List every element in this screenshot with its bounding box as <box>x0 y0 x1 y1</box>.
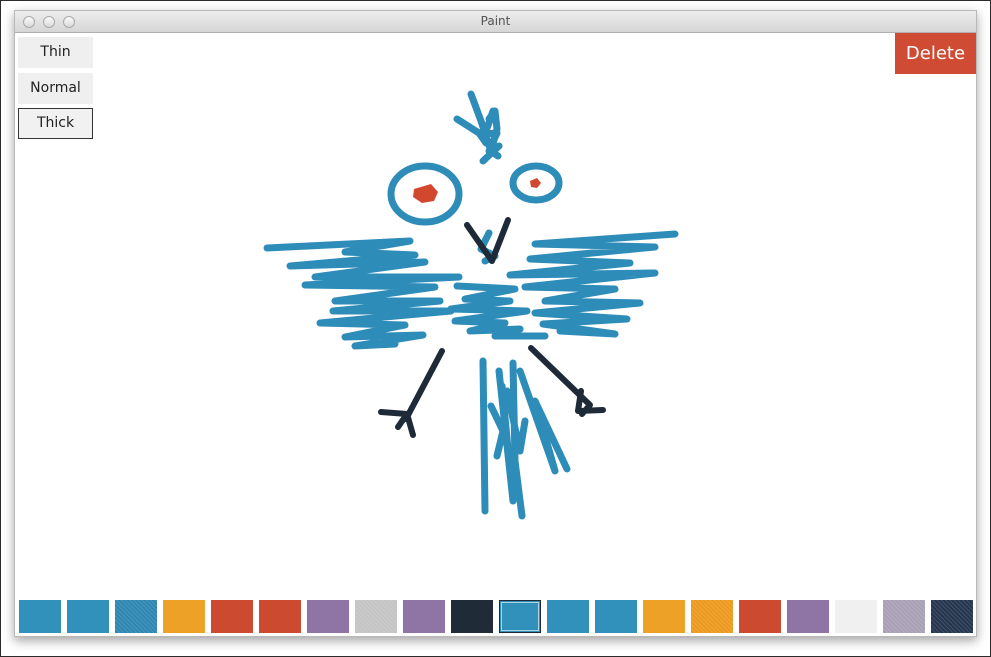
color-swatch[interactable] <box>643 600 685 633</box>
thick-brush-button[interactable]: Thick <box>18 108 93 139</box>
color-swatch[interactable] <box>163 600 205 633</box>
left-wing-stroke <box>263 237 463 350</box>
tail-stroke <box>479 357 571 520</box>
normal-brush-button[interactable]: Normal <box>18 73 93 104</box>
color-swatch[interactable] <box>883 600 925 633</box>
paint-window: Paint Thin Normal Thick Delete <box>14 10 977 637</box>
color-swatch[interactable] <box>307 600 349 633</box>
color-swatch[interactable] <box>19 600 61 633</box>
drawing-canvas[interactable] <box>15 11 976 589</box>
color-swatch[interactable] <box>403 600 445 633</box>
right-wing-stroke <box>506 230 679 338</box>
right-pupil-mark <box>530 178 541 188</box>
color-swatch[interactable] <box>499 600 541 633</box>
delete-button[interactable]: Delete <box>895 33 976 74</box>
color-swatch[interactable] <box>931 600 973 633</box>
color-swatch[interactable] <box>211 600 253 633</box>
right-leg-stroke <box>528 345 606 417</box>
color-swatch[interactable] <box>259 600 301 633</box>
color-swatch[interactable] <box>739 600 781 633</box>
color-palette <box>19 600 974 634</box>
crest-stroke <box>453 90 503 165</box>
color-swatch[interactable] <box>547 600 589 633</box>
color-swatch[interactable] <box>67 600 109 633</box>
left-pupil-mark <box>413 184 438 203</box>
color-swatch[interactable] <box>787 600 829 633</box>
color-swatch[interactable] <box>451 600 493 633</box>
drawing-blue-strokes <box>263 90 679 520</box>
left-leg-stroke <box>378 348 445 438</box>
color-swatch[interactable] <box>691 600 733 633</box>
thin-brush-button[interactable]: Thin <box>18 37 93 68</box>
color-swatch[interactable] <box>355 600 397 633</box>
color-swatch[interactable] <box>835 600 877 633</box>
color-swatch[interactable] <box>115 600 157 633</box>
color-swatch[interactable] <box>595 600 637 633</box>
